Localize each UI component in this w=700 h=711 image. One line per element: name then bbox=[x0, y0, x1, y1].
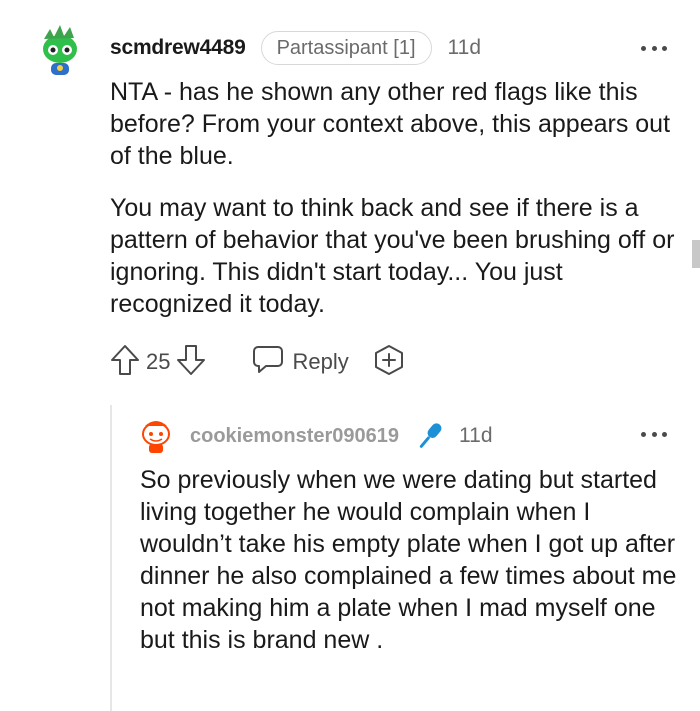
reply-icon bbox=[252, 344, 284, 380]
upvote-icon[interactable] bbox=[110, 344, 140, 381]
microphone-icon bbox=[415, 419, 445, 453]
award-button[interactable] bbox=[373, 344, 405, 381]
scrollbar-thumb[interactable] bbox=[692, 240, 700, 268]
award-icon bbox=[373, 344, 405, 381]
thread-line[interactable] bbox=[110, 405, 112, 711]
reply-header: cookiemonster090619 11d bbox=[190, 420, 493, 452]
downvote-icon[interactable] bbox=[176, 344, 206, 381]
user-avatar[interactable] bbox=[36, 23, 84, 79]
reply-username[interactable]: cookiemonster090619 bbox=[190, 425, 399, 448]
user-flair: Partassipant [1] bbox=[260, 31, 432, 65]
snoo-avatar-green-icon bbox=[43, 25, 77, 75]
comment-actions: 25 Reply bbox=[110, 342, 405, 382]
comment-paragraph: You may want to think back and see if th… bbox=[110, 194, 675, 318]
reply-user-avatar[interactable] bbox=[139, 418, 173, 454]
reply-timestamp: 11d bbox=[459, 424, 493, 447]
snoo-avatar-orange-icon bbox=[142, 421, 170, 453]
vote-count: 25 bbox=[146, 349, 171, 374]
comment-paragraph: NTA - has he shown any other red flags l… bbox=[110, 78, 671, 170]
reply-button[interactable]: Reply bbox=[252, 344, 349, 380]
more-options-icon[interactable] bbox=[641, 44, 667, 52]
comment-header: scmdrew4489 Partassipant [1] 11d bbox=[110, 30, 481, 66]
reply-text: So previously when we were dating but st… bbox=[140, 466, 677, 654]
comment-username[interactable]: scmdrew4489 bbox=[110, 36, 246, 60]
reply-label: Reply bbox=[292, 349, 349, 374]
comment-timestamp: 11d bbox=[447, 36, 482, 59]
more-options-icon[interactable] bbox=[641, 430, 667, 438]
